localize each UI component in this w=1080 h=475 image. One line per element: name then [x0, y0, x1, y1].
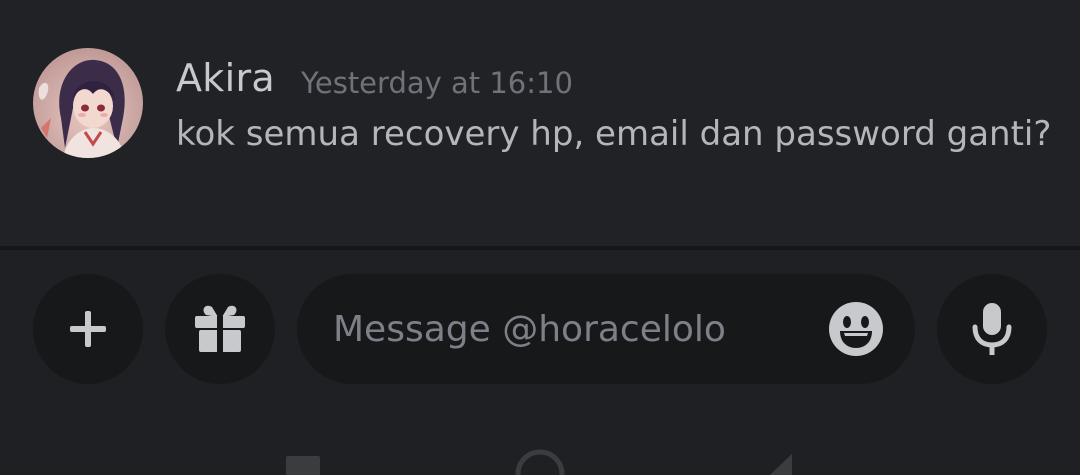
avatar[interactable]	[33, 48, 143, 158]
message-timestamp: Yesterday at 16:10	[301, 66, 573, 100]
recents-button[interactable]	[286, 456, 320, 475]
dm-chat-screen: Akira Yesterday at 16:10 kok semua recov…	[0, 0, 1080, 475]
square-icon	[286, 456, 320, 475]
gift-icon	[195, 305, 245, 352]
gift-button[interactable]	[165, 274, 275, 384]
triangle-back-icon	[769, 454, 792, 475]
message-list[interactable]: Akira Yesterday at 16:10 kok semua recov…	[0, 0, 1080, 246]
avatar-image	[33, 48, 143, 158]
username[interactable]: Akira	[176, 56, 275, 100]
plus-icon	[70, 311, 106, 347]
emoji-button[interactable]	[827, 300, 885, 358]
chat-message[interactable]: Akira Yesterday at 16:10 kok semua recov…	[0, 48, 1080, 168]
voice-message-button[interactable]	[937, 274, 1047, 384]
microphone-icon	[972, 303, 1012, 355]
message-input-container[interactable]	[297, 274, 915, 384]
add-attachment-button[interactable]	[33, 274, 143, 384]
circle-icon	[515, 449, 565, 475]
smile-emoji-icon	[829, 302, 883, 356]
back-button[interactable]	[756, 454, 792, 475]
android-navigation-bar	[0, 410, 1080, 475]
message-composer	[0, 250, 1080, 410]
message-input[interactable]	[333, 274, 803, 384]
home-button[interactable]	[514, 448, 566, 475]
message-text: kok semua recovery hp, email dan passwor…	[176, 114, 1052, 154]
